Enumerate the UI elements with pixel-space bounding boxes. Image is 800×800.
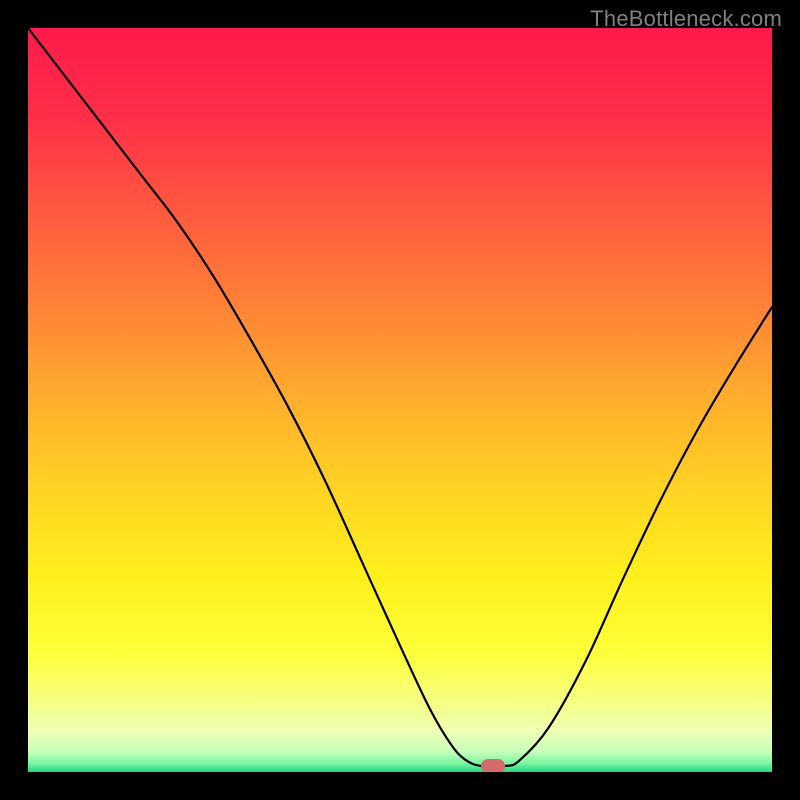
watermark-text: TheBottleneck.com xyxy=(590,6,782,32)
bottleneck-curve xyxy=(28,28,772,772)
chart-frame: TheBottleneck.com xyxy=(0,0,800,800)
plot-area xyxy=(28,28,772,772)
minimum-marker xyxy=(481,759,505,772)
